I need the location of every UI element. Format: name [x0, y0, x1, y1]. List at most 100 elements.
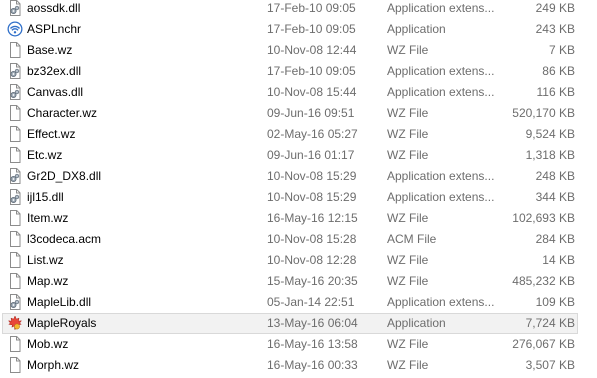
file-row[interactable]: Item.wz 16-May-16 12:15 WZ File 102,693 KB [2, 208, 578, 229]
file-name: Effect.wz [27, 127, 76, 141]
file-name: Base.wz [27, 43, 73, 57]
dll-file-icon [7, 168, 23, 184]
blank-file-icon [7, 105, 23, 121]
file-type: WZ File [387, 337, 429, 351]
file-type: WZ File [387, 148, 429, 162]
file-type: Application extens... [387, 190, 495, 204]
file-type: ACM File [387, 232, 437, 246]
dll-file-icon [7, 84, 23, 100]
file-name: bz32ex.dll [27, 64, 82, 78]
file-row[interactable]: ijl15.dll 10-Nov-08 15:29 Application exte… [2, 187, 578, 208]
file-row[interactable]: Base.wz 10-Nov-08 12:44 WZ File 7 KB [2, 40, 578, 61]
file-date-modified: 16-May-16 00:33 [267, 358, 358, 372]
file-row[interactable]: List.wz 10-Nov-08 12:28 WZ File 14 KB [2, 250, 578, 271]
file-type: WZ File [387, 274, 429, 288]
blank-file-icon [7, 231, 23, 247]
file-size: 485,232 KB [512, 274, 575, 288]
blank-file-icon [7, 210, 23, 226]
file-name: Map.wz [27, 274, 69, 288]
file-type: Application extens... [387, 1, 495, 15]
file-size: 116 KB [536, 85, 575, 99]
file-name: Character.wz [27, 106, 98, 120]
file-list: aossdk.dll 17-Feb-10 09:05 Application ext… [0, 0, 597, 378]
file-type: WZ File [387, 127, 429, 141]
file-size: 276,067 KB [512, 337, 575, 351]
file-size: 109 KB [535, 295, 575, 309]
file-name: ijl15.dll [27, 190, 64, 204]
dll-file-icon [7, 189, 23, 205]
file-row[interactable]: Etc.wz 09-Jun-16 01:17 WZ File 1,318 KB [2, 145, 578, 166]
file-type: WZ File [387, 43, 429, 57]
blank-file-icon [7, 357, 23, 373]
blank-file-icon [7, 336, 23, 352]
file-size: 248 KB [535, 169, 575, 183]
file-size: 3,507 KB [525, 358, 575, 372]
file-row[interactable]: l3codeca.acm 10-Nov-08 15:28 ACM File 284 K… [2, 229, 578, 250]
blank-file-icon [7, 126, 23, 142]
wifi-app-icon [7, 21, 23, 37]
file-type: WZ File [387, 106, 429, 120]
file-date-modified: 16-May-16 13:58 [267, 337, 358, 351]
file-date-modified: 10-Nov-08 12:44 [267, 43, 357, 57]
file-size: 1,318 KB [525, 148, 575, 162]
file-size: 284 KB [535, 232, 575, 246]
file-name: MapleRoyals [27, 316, 97, 330]
file-type: Application [387, 22, 446, 36]
blank-file-icon [7, 147, 23, 163]
file-size: 520,170 KB [512, 106, 575, 120]
file-size: 102,693 KB [512, 211, 575, 225]
file-name: Etc.wz [27, 148, 63, 162]
file-row[interactable]: MapleRoyals 13-May-16 06:04 Application 7,7… [2, 313, 578, 334]
file-type: WZ File [387, 253, 429, 267]
file-size: 243 KB [535, 22, 575, 36]
file-type: Application extens... [387, 64, 495, 78]
file-size: 344 KB [535, 190, 575, 204]
file-date-modified: 17-Feb-10 09:05 [267, 22, 356, 36]
file-row[interactable]: Map.wz 15-May-16 20:35 WZ File 485,232 KB [2, 271, 578, 292]
file-date-modified: 17-Feb-10 09:05 [267, 1, 356, 15]
dll-file-icon [7, 0, 23, 16]
file-name: l3codeca.acm [27, 232, 102, 246]
file-row[interactable]: ASPLnchr 17-Feb-10 09:05 Application 243 KB [2, 19, 578, 40]
file-row[interactable]: Canvas.dll 10-Nov-08 15:44 Application ext… [2, 82, 578, 103]
file-date-modified: 10-Nov-08 15:28 [267, 232, 357, 246]
file-type: Application extens... [387, 85, 495, 99]
file-name: Item.wz [27, 211, 69, 225]
file-date-modified: 17-Feb-10 09:05 [267, 64, 356, 78]
file-size: 7 KB [548, 43, 575, 57]
file-name: Mob.wz [27, 337, 69, 351]
file-date-modified: 05-Jan-14 22:51 [267, 295, 355, 309]
file-row[interactable]: Gr2D_DX8.dll 10-Nov-08 15:29 Application e… [2, 166, 578, 187]
file-date-modified: 09-Jun-16 01:17 [267, 148, 355, 162]
file-row[interactable]: MapleLib.dll 05-Jan-14 22:51 Application e… [2, 292, 578, 313]
file-size: 7,724 KB [525, 316, 575, 330]
file-date-modified: 10-Nov-08 12:28 [267, 253, 357, 267]
maple-leaf-app-icon [7, 315, 23, 331]
file-date-modified: 09-Jun-16 09:51 [267, 106, 355, 120]
file-type: Application [387, 316, 446, 330]
blank-file-icon [7, 273, 23, 289]
file-date-modified: 10-Nov-08 15:44 [267, 85, 357, 99]
file-size: 86 KB [542, 64, 575, 78]
file-row[interactable]: Effect.wz 02-May-16 05:27 WZ File 9,524 KB [2, 124, 578, 145]
file-date-modified: 10-Nov-08 15:29 [267, 190, 357, 204]
dll-file-icon [7, 294, 23, 310]
file-row[interactable]: Mob.wz 16-May-16 13:58 WZ File 276,067 KB [2, 334, 578, 355]
file-type: Application extens... [387, 295, 495, 309]
file-date-modified: 02-May-16 05:27 [267, 127, 358, 141]
file-date-modified: 16-May-16 12:15 [267, 211, 358, 225]
file-name: aossdk.dll [27, 1, 81, 15]
file-name: Canvas.dll [27, 85, 84, 99]
file-date-modified: 10-Nov-08 15:29 [267, 169, 357, 183]
file-name: Morph.wz [27, 358, 80, 372]
file-row[interactable]: Morph.wz 16-May-16 00:33 WZ File 3,507 KB [2, 355, 578, 376]
dll-file-icon [7, 63, 23, 79]
file-date-modified: 15-May-16 20:35 [267, 274, 358, 288]
file-row[interactable]: Character.wz 09-Jun-16 09:51 WZ File 520,17… [2, 103, 578, 124]
file-size: 249 KB [535, 1, 575, 15]
file-name: ASPLnchr [27, 22, 82, 36]
file-row[interactable]: aossdk.dll 17-Feb-10 09:05 Application ext… [2, 0, 578, 19]
file-row[interactable]: bz32ex.dll 17-Feb-10 09:05 Application ext… [2, 61, 578, 82]
file-name: List.wz [27, 253, 64, 267]
file-type: Application extens... [387, 169, 495, 183]
